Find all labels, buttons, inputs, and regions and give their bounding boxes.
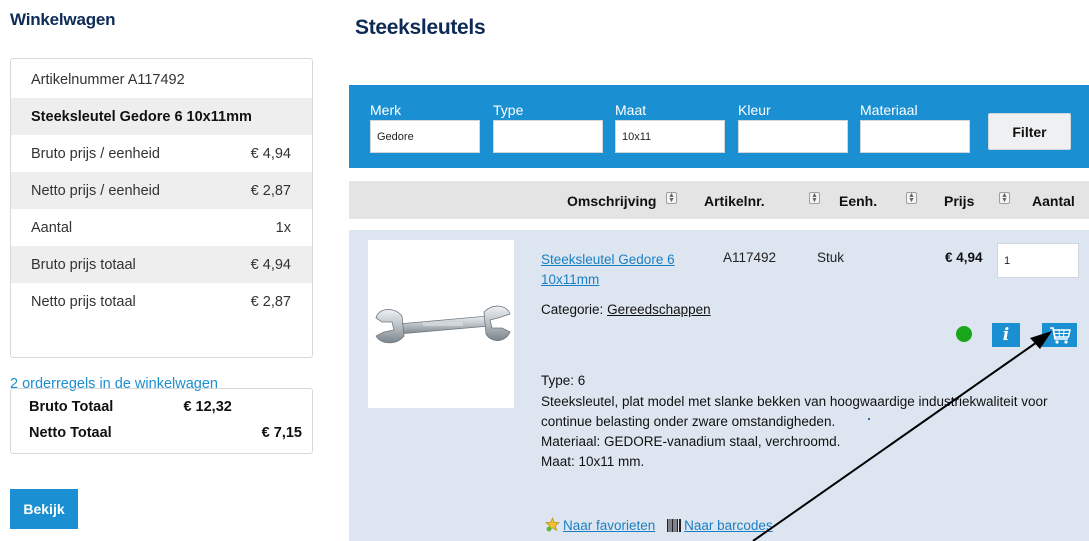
filter-label: Kleur (738, 102, 771, 118)
size-input[interactable] (615, 120, 725, 153)
add-to-cart-button[interactable] (1042, 323, 1077, 347)
net-total-label: Netto Totaal (29, 425, 112, 441)
product-links: Naar favorieten Naar barcodes (545, 517, 773, 533)
cart-summary: Artikelnummer A117492 Steeksleutel Gedor… (10, 58, 313, 358)
cart-row-value: € 4,94 (250, 145, 291, 162)
cart-heading: Winkelwagen (10, 10, 116, 29)
filter-color: Kleur (738, 102, 848, 153)
cart-row-article-number: Artikelnummer A117492 (11, 61, 312, 98)
category-label: Categorie: (541, 302, 604, 317)
product-article-number: A117492 (723, 250, 777, 265)
product-material: Materiaal: GEDORE-vanadium staal, verchr… (541, 434, 841, 449)
net-total-row: Netto Totaal € 7,15 (29, 425, 302, 441)
filter-label: Maat (615, 102, 647, 118)
filter-material: Materiaal (860, 102, 970, 153)
filter-type: Type (493, 102, 603, 153)
table-header: Omschrijving ▲ ▼ Artikelnr. ▲ ▼ Eenh. ▲ ▼ P… (349, 181, 1089, 219)
cart-row-label: Netto prijs / eenheid (31, 182, 160, 199)
category-link[interactable]: Gereedschappen (607, 302, 711, 317)
type-input[interactable] (493, 120, 603, 153)
gross-total-label: Bruto Totaal (29, 399, 114, 415)
wrench-icon (375, 305, 511, 344)
sort-icon[interactable]: ▲ ▼ (999, 192, 1010, 204)
column-quantity: Aantal (1032, 193, 1075, 209)
column-description[interactable]: Omschrijving (567, 193, 656, 209)
barcode-icon (667, 519, 682, 532)
stock-status-icon (956, 326, 972, 342)
cart-row-label: Bruto prijs / eenheid (31, 145, 160, 162)
column-unit[interactable]: Eenh. (839, 193, 877, 209)
sort-icon[interactable]: ▲ ▼ (906, 192, 917, 204)
decorative-dot (868, 418, 870, 420)
product-description: Steeksleutel, plat model met slanke bekk… (541, 394, 1048, 429)
gross-total-value: € 12,32 (183, 399, 232, 415)
filter-button[interactable]: Filter (988, 113, 1071, 150)
info-button[interactable]: i (992, 323, 1020, 347)
cart-row-net-unit-price: Netto prijs / eenheid € 2,87 (11, 172, 312, 209)
cart-row-quantity: Aantal 1x (11, 209, 312, 246)
view-cart-button[interactable]: Bekijk (10, 489, 78, 529)
cart-row-product-name: Steeksleutel Gedore 6 10x11mm (11, 98, 312, 135)
material-input[interactable] (860, 120, 970, 153)
cart-row-label: Steeksleutel Gedore 6 10x11mm (31, 108, 252, 125)
cart-row-label: Netto prijs totaal (31, 293, 136, 310)
star-icon (545, 517, 560, 532)
cart-row-value: € 2,87 (250, 293, 291, 310)
page-title: Steeksleutels (355, 16, 486, 39)
cart-row-value: € 4,94 (250, 256, 291, 273)
product-name-link[interactable]: Steeksleutel Gedore 6 10x11mm (541, 250, 691, 290)
filter-size: Maat (615, 102, 725, 153)
cart-row-label: Bruto prijs totaal (31, 256, 136, 273)
cart-row-net-total: Netto prijs totaal € 2,87 (11, 283, 312, 320)
filter-bar: Merk Type Maat Kleur Materiaal Filter (349, 85, 1089, 168)
product-category: Categorie: Gereedschappen (541, 302, 711, 317)
sort-icon[interactable]: ▲ ▼ (666, 192, 677, 204)
product-image[interactable] (368, 240, 514, 408)
brand-input[interactable] (370, 120, 480, 153)
cart-row-value: 1x (275, 219, 291, 236)
cart-row-label: Aantal (31, 219, 73, 236)
product-unit: Stuk (817, 250, 845, 265)
gross-total-row: Bruto Totaal € 12,32 (29, 399, 302, 415)
column-article[interactable]: Artikelnr. (704, 193, 765, 209)
filter-label: Type (493, 102, 524, 118)
product-price: € 4,94 (945, 250, 983, 265)
product-size: Maat: 10x11 mm. (541, 454, 645, 469)
table-row: Steeksleutel Gedore 6 10x11mm A117492 St… (349, 230, 1089, 541)
barcodes-link[interactable]: Naar barcodes (684, 518, 773, 533)
filter-brand: Merk (370, 102, 480, 153)
column-price[interactable]: Prijs (944, 193, 974, 209)
quantity-input[interactable] (997, 243, 1079, 278)
net-total-value: € 7,15 (261, 425, 302, 441)
cart-row-gross-unit-price: Bruto prijs / eenheid € 4,94 (11, 135, 312, 172)
cart-totals: Bruto Totaal € 12,32 Netto Totaal € 7,15 (10, 388, 313, 454)
filter-label: Merk (370, 102, 402, 118)
color-input[interactable] (738, 120, 848, 153)
cart-row-gross-total: Bruto prijs totaal € 4,94 (11, 246, 312, 283)
shopping-cart-icon (1050, 327, 1071, 344)
cart-row-label: Artikelnummer A117492 (31, 71, 185, 88)
product-type: Type: 6 (541, 373, 586, 388)
favorites-link[interactable]: Naar favorieten (563, 518, 655, 533)
filter-label: Materiaal (860, 102, 918, 118)
sort-icon[interactable]: ▲ ▼ (809, 192, 820, 204)
cart-row-value: € 2,87 (250, 182, 291, 199)
